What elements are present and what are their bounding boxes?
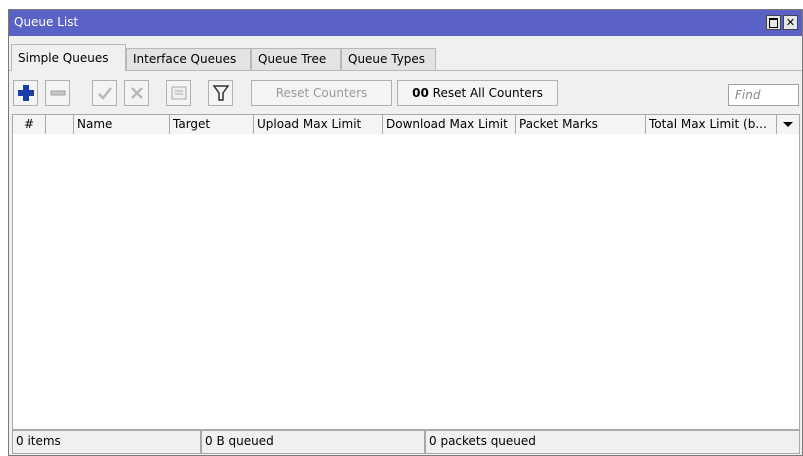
disable-button[interactable]	[124, 80, 149, 106]
close-icon: ✕	[785, 16, 796, 29]
column-target[interactable]: Target	[170, 115, 254, 134]
column-chooser-button[interactable]	[777, 115, 799, 134]
minus-icon	[50, 90, 66, 96]
close-button[interactable]: ✕	[783, 15, 798, 30]
reset-counters-button[interactable]: Reset Counters	[251, 80, 392, 106]
queue-list-window: Queue List ✕ Simple Queues Interface Que…	[8, 9, 803, 456]
filter-icon	[212, 85, 230, 101]
counter-icon: 00	[412, 86, 429, 100]
status-item-count: 0 items	[12, 430, 201, 454]
column-index[interactable]: #	[13, 115, 46, 134]
chevron-down-icon	[783, 122, 793, 127]
window-title: Queue List	[14, 15, 79, 29]
tab-panel-divider	[9, 70, 802, 71]
tab-queue-tree[interactable]: Queue Tree	[251, 48, 341, 70]
column-name[interactable]: Name	[74, 115, 170, 134]
title-bar[interactable]: Queue List ✕	[9, 10, 802, 36]
tab-interface-queues[interactable]: Interface Queues	[126, 48, 251, 70]
status-queued-packets: 0 packets queued	[425, 430, 800, 454]
note-icon	[171, 86, 187, 100]
tab-queue-types[interactable]: Queue Types	[341, 48, 436, 70]
reset-all-counters-label: Reset All Counters	[432, 86, 543, 100]
maximize-icon	[769, 18, 778, 28]
reset-all-counters-button[interactable]: 00 Reset All Counters	[397, 80, 558, 106]
column-total-max-limit[interactable]: Total Max Limit (b...	[646, 115, 777, 134]
column-upload-max-limit[interactable]: Upload Max Limit	[254, 115, 383, 134]
status-bar: 0 items 0 B queued 0 packets queued	[12, 430, 800, 454]
status-queued-bytes: 0 B queued	[201, 430, 425, 454]
enable-button[interactable]	[92, 80, 117, 106]
cross-icon	[131, 87, 143, 99]
tab-simple-queues[interactable]: Simple Queues	[11, 44, 126, 71]
queue-table-body[interactable]	[12, 134, 800, 430]
column-download-max-limit[interactable]: Download Max Limit	[383, 115, 516, 134]
comment-button[interactable]	[166, 80, 191, 106]
checkmark-icon	[98, 87, 112, 100]
filter-button[interactable]	[208, 80, 233, 106]
column-packet-marks[interactable]: Packet Marks	[516, 115, 646, 134]
column-flags[interactable]	[46, 115, 74, 134]
remove-button[interactable]	[45, 80, 70, 106]
table-header: # Name Target Upload Max Limit Download …	[12, 114, 800, 135]
plus-icon	[18, 85, 34, 101]
maximize-button[interactable]	[766, 15, 781, 30]
find-input[interactable]: Find	[728, 84, 799, 106]
add-button[interactable]	[13, 80, 38, 106]
